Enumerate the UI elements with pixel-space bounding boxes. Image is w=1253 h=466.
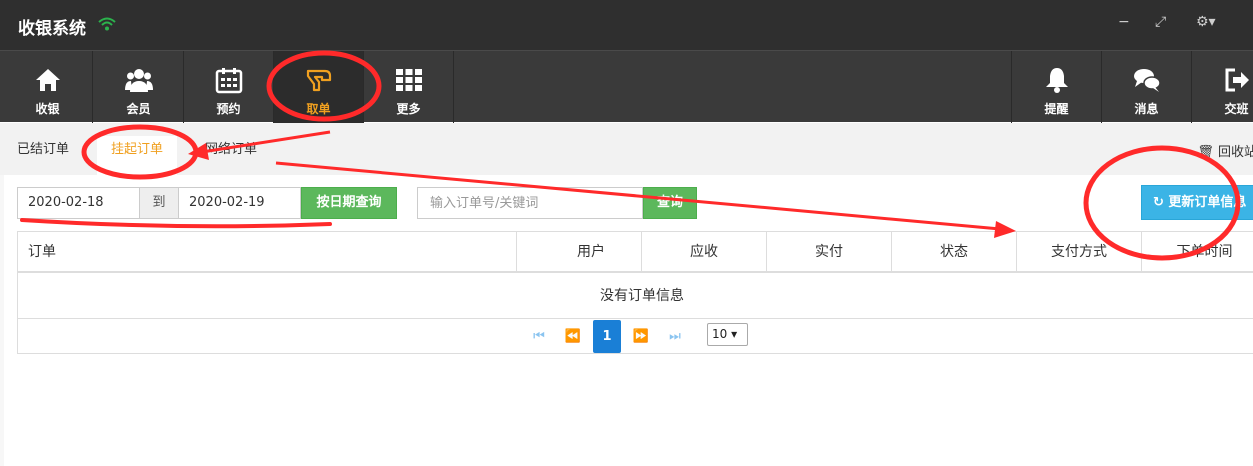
next-page-icon[interactable]: ⏩ (627, 320, 655, 353)
main-nav: 收银 会员 预约 取单 更多 提醒 消息 交班 (0, 50, 1253, 123)
column-header-status: 状态 (892, 232, 1017, 272)
left-border (0, 175, 4, 466)
date-query-button[interactable]: 按日期查询 (301, 187, 397, 219)
app-window: 收银系统 − ⤢ ⚙▾ 收银 会员 预约 取单 更多 提醒 消息 交班 已结订单… (0, 0, 1253, 466)
column-header-paid: 实付 (767, 232, 892, 272)
empty-table-message: 没有订单信息 (17, 273, 1253, 319)
app-title: 收银系统 (18, 19, 86, 39)
logout-icon (1225, 68, 1249, 92)
date-range-separator: 到 (139, 187, 179, 219)
maximize-button[interactable]: ⤢ (1155, 14, 1166, 30)
calendar-icon (215, 68, 242, 94)
first-page-icon[interactable]: ⏮ (525, 320, 553, 353)
nav-item-more[interactable]: 更多 (364, 51, 454, 123)
tab-pending-orders[interactable]: 挂起订单 (97, 136, 178, 175)
bell-icon (1045, 68, 1068, 93)
current-page-button[interactable]: 1 (593, 320, 621, 353)
prev-page-icon[interactable]: ⏪ (559, 320, 587, 353)
search-button[interactable]: 查询 (643, 187, 697, 219)
date-from-field[interactable]: 2020-02-18 (17, 187, 140, 219)
nav-item-messages[interactable]: 消息 (1101, 51, 1191, 123)
nav-label: 提醒 (1044, 102, 1069, 116)
refresh-orders-button[interactable]: ↻ 更新订单信息 (1141, 185, 1253, 220)
date-to-field[interactable]: 2020-02-19 (178, 187, 301, 219)
nav-item-shift-handover[interactable]: 交班 (1191, 51, 1253, 123)
recycle-bin-link[interactable]: 🗑 回收站 (1197, 141, 1253, 160)
tab-online-orders[interactable]: 网络订单 (191, 136, 271, 175)
annotation-underline (20, 218, 332, 229)
search-input[interactable] (417, 187, 643, 219)
nav-item-reminders[interactable]: 提醒 (1011, 51, 1101, 123)
minimize-button[interactable]: − (1118, 14, 1130, 30)
nav-label: 预约 (216, 102, 241, 116)
pagination: ⏮ ⏪ 1 ⏩ ⏭ 10 ▾ (17, 319, 1253, 354)
page-size-select[interactable]: 10 ▾ (707, 323, 748, 346)
nav-item-members[interactable]: 会员 (94, 51, 184, 123)
nav-label: 更多 (396, 102, 421, 116)
nav-label: 收银 (35, 102, 60, 116)
column-header-order: 订单 (18, 232, 517, 272)
nav-item-retrieve-order[interactable]: 取单 (274, 51, 364, 123)
nav-label: 交班 (1224, 102, 1249, 116)
users-icon (124, 69, 153, 92)
hand-icon (306, 69, 331, 92)
nav-label: 会员 (126, 102, 151, 116)
chat-icon (1133, 69, 1161, 92)
column-header-payment-method: 支付方式 (1017, 232, 1142, 272)
column-header-order-time: 下单时间 (1176, 244, 1233, 260)
orders-table-header: 订单 用户 应收 实付 状态 支付方式 下单时间 (17, 231, 1253, 273)
nav-item-appointments[interactable]: 预约 (184, 51, 274, 123)
wifi-icon (98, 17, 116, 31)
nav-label: 消息 (1134, 102, 1159, 116)
title-bar: 收银系统 − ⤢ ⚙▾ (0, 0, 1253, 50)
last-page-icon[interactable]: ⏭ (661, 320, 689, 353)
nav-label: 取单 (306, 102, 331, 116)
tab-settled-orders[interactable]: 已结订单 (3, 136, 83, 175)
grid-icon (395, 69, 422, 91)
settings-button[interactable]: ⚙▾ (1196, 14, 1216, 30)
order-tabs: 已结订单 挂起订单 网络订单 🗑 回收站 (0, 123, 1253, 175)
column-header-receivable: 应收 (642, 232, 767, 272)
column-header-user: 用户 (517, 232, 642, 272)
home-icon (35, 69, 60, 91)
nav-item-cashier[interactable]: 收银 (3, 51, 93, 123)
